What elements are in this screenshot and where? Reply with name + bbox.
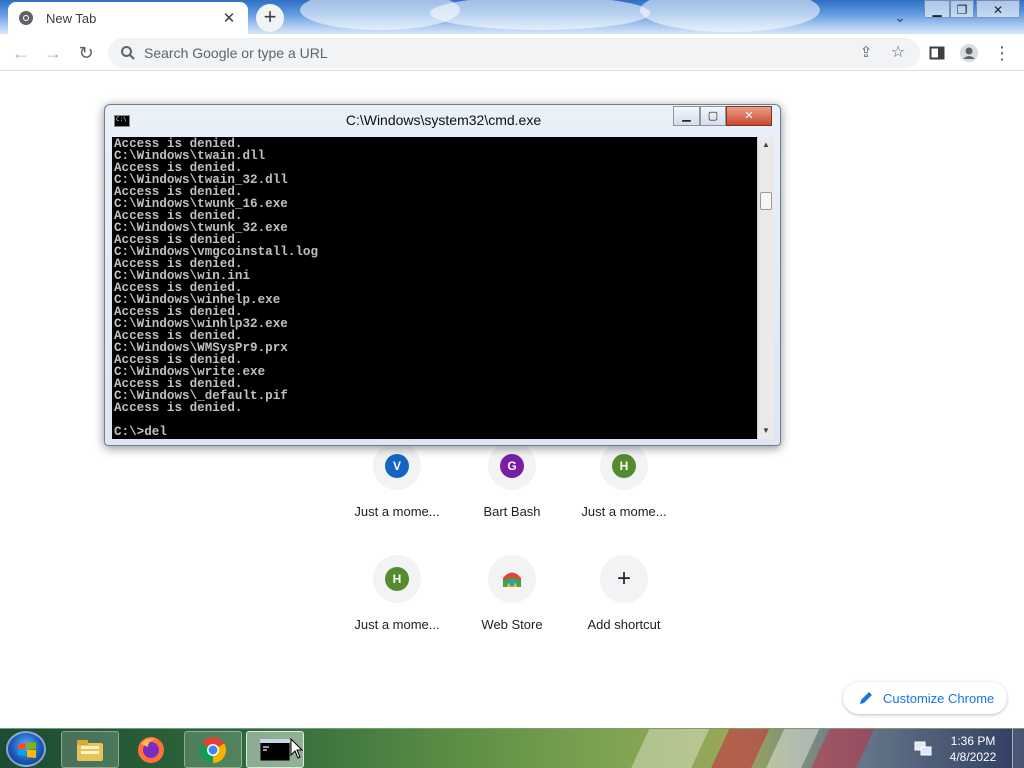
menu-icon[interactable]: ⋮ (989, 40, 1015, 66)
network-icon[interactable] (914, 740, 932, 756)
shortcut-icon-circle: V (373, 442, 421, 490)
scrollbar-thumb[interactable] (760, 192, 772, 210)
shortcut-label: Just a mome... (354, 617, 440, 632)
cmd-console-output[interactable]: Access is denied. C:\Windows\twain.dll A… (112, 137, 757, 439)
web-store-icon (503, 572, 521, 587)
shortcut-tile[interactable]: V Just a mome... (341, 442, 453, 519)
tab-title: New Tab (46, 10, 97, 26)
shortcut-letter-icon: V (385, 454, 409, 478)
back-arrow-icon[interactable]: ← (8, 40, 34, 66)
background-cloud (430, 0, 650, 30)
cmd-maximize-button[interactable]: ▢ (700, 106, 726, 126)
shortcut-icon-circle: H (600, 442, 648, 490)
search-icon (121, 46, 135, 60)
shortcut-label: Web Store (481, 617, 543, 632)
windows-taskbar: 1:36 PM 4/8/2022 (0, 728, 1024, 768)
background-cloud (640, 0, 820, 32)
scroll-up-arrow-icon[interactable]: ▲ (758, 137, 774, 153)
cmd-icon (260, 738, 290, 761)
chrome-favicon-icon (19, 11, 33, 25)
close-icon[interactable]: ✕ (220, 9, 238, 27)
share-icon[interactable]: ⇪ (853, 40, 879, 66)
shortcut-tile[interactable]: H Just a mome... (568, 442, 680, 519)
wallpaper-stripe (810, 729, 875, 768)
cmd-console-text: Access is denied. C:\Windows\twain.dll A… (114, 137, 319, 439)
cmd-minimize-button[interactable]: ▁ (673, 106, 700, 126)
shortcut-letter-icon: H (385, 567, 409, 591)
shortcut-web-store[interactable]: Web Store (456, 555, 568, 632)
shortcut-icon-circle: G (488, 442, 536, 490)
scroll-down-arrow-icon[interactable]: ▼ (758, 423, 774, 439)
shortcut-tile[interactable]: G Bart Bash (456, 442, 568, 519)
cmd-close-button[interactable]: ✕ (726, 106, 772, 126)
add-shortcut-button[interactable]: + Add shortcut (568, 555, 680, 632)
mouse-cursor-icon (290, 738, 304, 759)
shortcut-letter-icon: H (612, 454, 636, 478)
chrome-icon (199, 736, 227, 763)
profile-icon[interactable] (956, 40, 982, 66)
shortcut-tile[interactable]: H Just a mome... (341, 555, 453, 632)
shortcut-label: Bart Bash (483, 504, 541, 519)
show-desktop-button[interactable] (1012, 729, 1024, 768)
customize-chrome-label: Customize Chrome (883, 690, 995, 706)
clock-time: 1:36 PM (950, 734, 996, 748)
cmd-window[interactable]: C:\ C:\Windows\system32\cmd.exe ▁ ▢ ✕ Ac… (104, 104, 781, 446)
start-button[interactable] (6, 731, 46, 767)
wallpaper-stripe (765, 729, 820, 768)
plus-icon: + (616, 565, 631, 592)
shortcut-icon-circle (488, 555, 536, 603)
taskbar-clock[interactable]: 1:36 PM 4/8/2022 (940, 733, 1006, 765)
new-tab-button[interactable]: + (256, 4, 284, 32)
cmd-vertical-scrollbar[interactable]: ▲ ▼ (757, 137, 774, 439)
shortcut-label: Just a mome... (354, 504, 440, 519)
reload-icon[interactable]: ↻ (73, 40, 99, 66)
omnibox[interactable] (108, 38, 920, 68)
shortcut-label: Just a mome... (581, 504, 667, 519)
windows-explorer-icon (77, 739, 103, 761)
pencil-icon (860, 692, 872, 704)
windows-logo-icon (18, 742, 36, 758)
wallpaper-stripe (630, 729, 710, 768)
wallpaper-stripe (710, 729, 770, 768)
minimize-button[interactable]: ▁ (924, 0, 950, 18)
restore-button[interactable]: ❐ (950, 0, 974, 18)
forward-arrow-icon[interactable]: → (40, 40, 66, 66)
omnibox-input[interactable] (144, 45, 744, 61)
taskbar-explorer-button[interactable] (61, 731, 119, 768)
taskbar-firefox-button[interactable] (122, 731, 180, 768)
side-panel-icon[interactable] (924, 40, 950, 66)
taskbar-chrome-button[interactable] (184, 731, 242, 768)
tab-strip: New Tab ✕ + ⌄ ▁ ❐ ✕ (0, 0, 1024, 34)
firefox-icon (138, 736, 164, 763)
tab-search-chevron-icon[interactable]: ⌄ (889, 6, 911, 28)
customize-chrome-button[interactable]: Customize Chrome (843, 682, 1007, 714)
clock-date: 4/8/2022 (949, 750, 997, 764)
tab-new-tab[interactable]: New Tab ✕ (8, 2, 248, 34)
close-window-button[interactable]: ✕ (976, 0, 1020, 18)
shortcut-label: Add shortcut (587, 617, 661, 632)
shortcut-letter-icon: G (500, 454, 524, 478)
shortcut-icon-circle: + (600, 555, 648, 603)
shortcut-icon-circle: H (373, 555, 421, 603)
browser-toolbar: ← → ↻ ⇪ ☆ ⋮ (0, 34, 1024, 71)
star-icon[interactable]: ☆ (885, 40, 911, 66)
